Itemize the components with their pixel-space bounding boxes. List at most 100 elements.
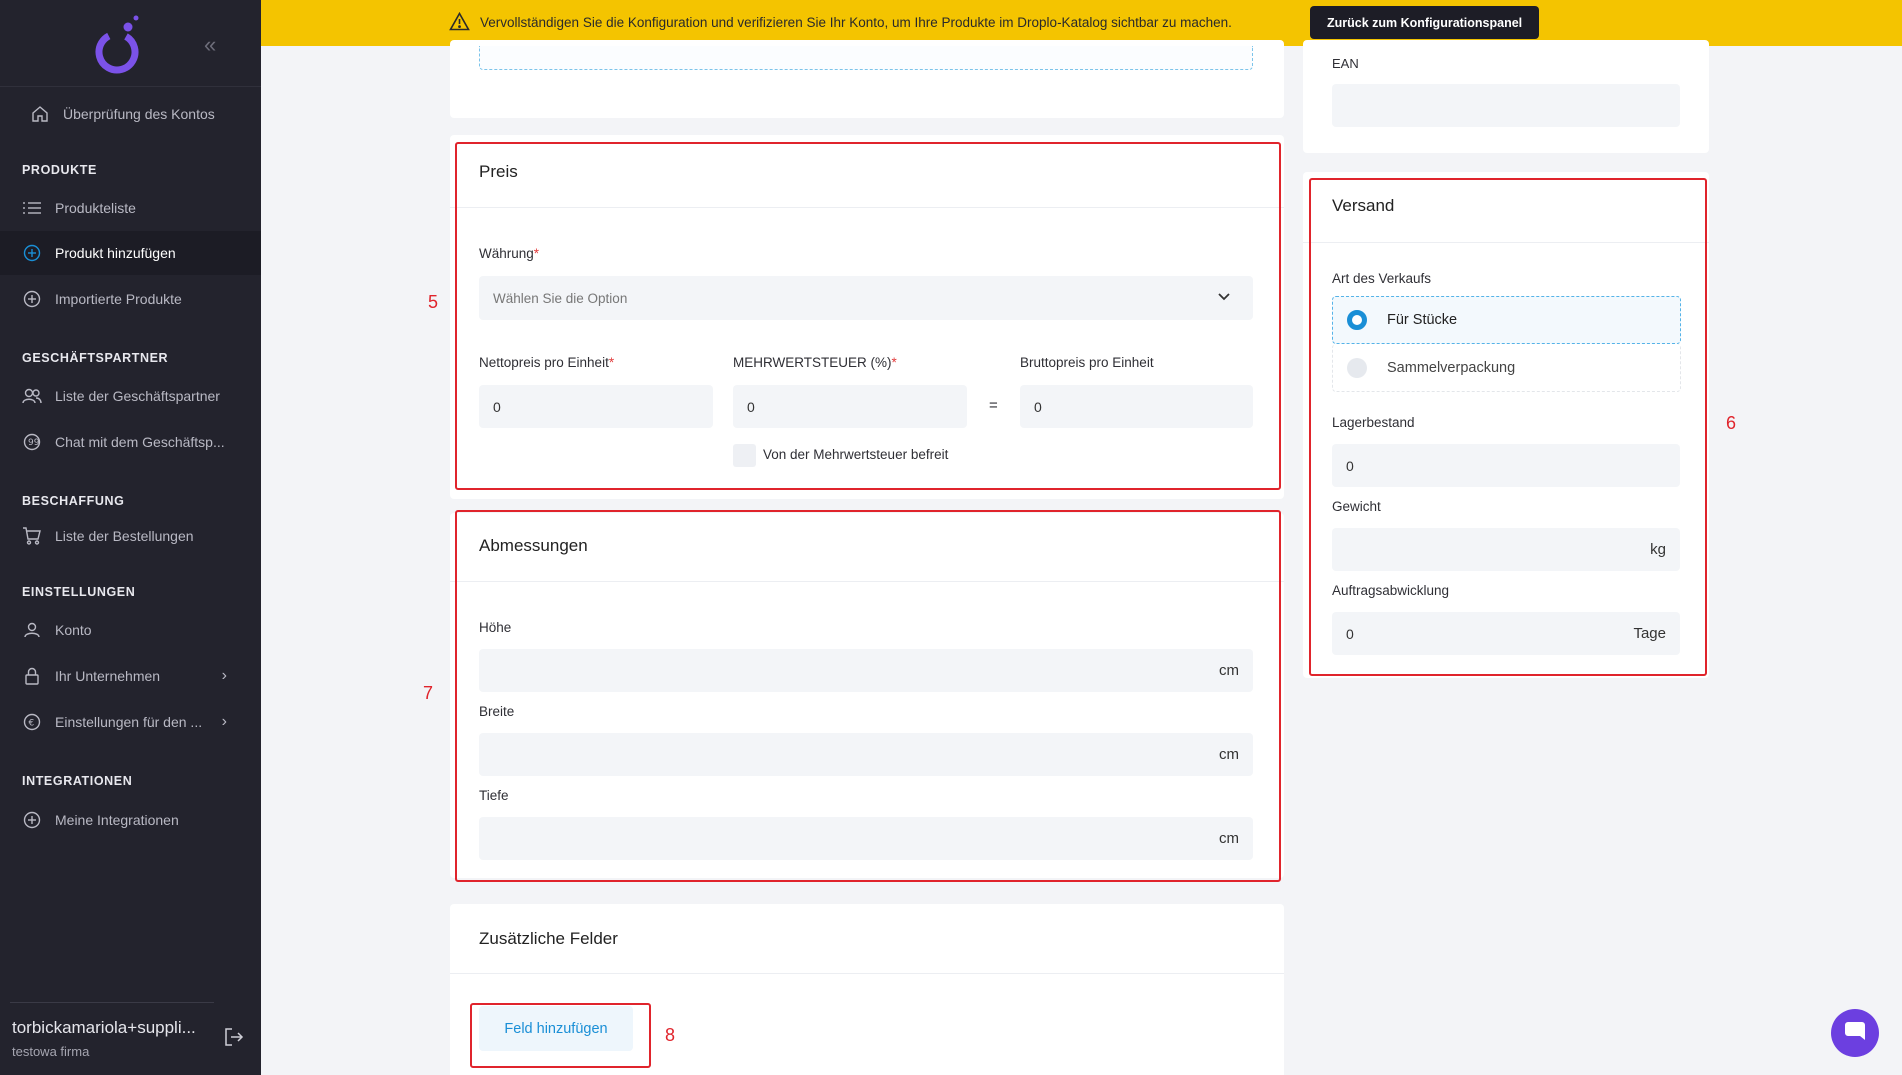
banner-text: Vervollständigen Sie die Konfiguration u… (480, 15, 1232, 30)
vat-exempt-checkbox[interactable] (733, 444, 756, 467)
width-unit: cm (1219, 746, 1239, 763)
stock-input[interactable]: 0 (1332, 444, 1680, 487)
collapse-sidebar-icon[interactable]: « (204, 32, 216, 58)
shipping-card: Versand Art des Verkaufs Für Stücke Samm… (1303, 172, 1709, 678)
required-marker: * (891, 355, 897, 370)
sale-type-pieces-option[interactable]: Für Stücke (1332, 296, 1681, 344)
sidebar-item-label: Chat mit dem Geschäftsp... (55, 434, 225, 450)
sidebar-item-partner-list[interactable]: Liste der Geschäftspartner (0, 374, 261, 418)
svg-text:€: € (29, 719, 35, 729)
annotation-number-5: 5 (428, 292, 439, 312)
ean-input[interactable] (1332, 84, 1680, 127)
upload-dropzone[interactable] (479, 46, 1253, 70)
chevron-right-icon: › (221, 667, 227, 684)
sidebar-item-label: Liste der Geschäftspartner (55, 388, 220, 404)
vat-label-text: MEHRWERTSTEUER (%) (733, 355, 892, 370)
sidebar-item-account[interactable]: Konto (0, 608, 261, 652)
radio-unselected-icon (1347, 357, 1367, 378)
users-icon (22, 386, 42, 406)
sidebar-item-my-integrations[interactable]: Meine Integrationen (0, 798, 261, 842)
width-label: Breite (479, 704, 515, 719)
vat-exempt-label: Von der Mehrwertsteuer befreit (763, 447, 949, 462)
droplo-logo-icon[interactable] (92, 12, 142, 76)
vat-input[interactable]: 0 (733, 385, 967, 428)
weight-label: Gewicht (1332, 499, 1381, 514)
card-divider (1303, 242, 1709, 243)
sidebar-item-imported-products[interactable]: Importierte Produkte (0, 277, 261, 321)
plus-circle-icon (22, 810, 42, 830)
shipping-title: Versand (1332, 196, 1395, 215)
equals-sign: = (989, 397, 998, 414)
plus-circle-icon (22, 243, 42, 263)
chevron-down-icon (1217, 289, 1231, 306)
user-divider (10, 1002, 214, 1003)
currency-label-text: Währung (479, 246, 534, 261)
stock-label: Lagerbestand (1332, 415, 1415, 430)
add-field-button[interactable]: Feld hinzufügen (479, 1006, 633, 1051)
net-price-label-text: Nettopreis pro Einheit (479, 355, 609, 370)
sale-type-bulk-option[interactable]: Sammelverpackung (1332, 344, 1681, 392)
chat-icon (1844, 1020, 1866, 1047)
sidebar-item-add-product[interactable]: Produkt hinzufügen (0, 231, 261, 275)
sidebar-item-label: Produkt hinzufügen (55, 245, 176, 261)
sidebar-item-label: Einstellungen für den ... (55, 714, 203, 730)
currency-label: Währung* (479, 246, 539, 261)
depth-label: Tiefe (479, 788, 509, 803)
price-card: Preis Währung* Wählen Sie die Option Net… (450, 135, 1284, 499)
net-price-input[interactable]: 0 (479, 385, 713, 428)
sidebar-item-partner-chat[interactable]: 99 Chat mit dem Geschäftsp... (0, 420, 261, 464)
sidebar-item-label: Meine Integrationen (55, 812, 179, 828)
plus-circle-icon (22, 289, 42, 309)
sidebar-item-label: Überprüfung des Kontos (63, 106, 215, 122)
handling-input[interactable]: 0 Tage (1332, 612, 1680, 655)
support-chat-button[interactable] (1831, 1009, 1879, 1057)
currency-select[interactable]: Wählen Sie die Option (479, 276, 1253, 320)
chevron-right-icon: › (221, 713, 227, 730)
sidebar-item-product-list[interactable]: Produkteliste (0, 186, 261, 230)
vat-label: MEHRWERTSTEUER (%)* (733, 355, 897, 370)
section-partners: GESCHÄFTSPARTNER (22, 351, 169, 365)
dimensions-card: Abmessungen Höhe cm Breite cm Tiefe cm (450, 513, 1284, 878)
annotation-number-8: 8 (665, 1025, 676, 1045)
currency-select-placeholder: Wählen Sie die Option (493, 290, 628, 306)
required-marker: * (533, 246, 540, 261)
weight-input[interactable]: kg (1332, 528, 1680, 571)
dimensions-title: Abmessungen (479, 536, 588, 555)
warning-icon (449, 11, 470, 36)
handling-unit: Tage (1633, 625, 1666, 642)
upload-card (450, 40, 1284, 118)
sidebar-item-label: Produkteliste (55, 200, 136, 216)
width-input[interactable]: cm (479, 733, 1253, 776)
additional-fields-card: Zusätzliche Felder Feld hinzufügen (450, 904, 1284, 1075)
section-integrations: INTEGRATIONEN (22, 774, 133, 788)
required-marker: * (608, 355, 615, 370)
annotation-number-6: 6 (1726, 413, 1737, 433)
net-price-label: Nettopreis pro Einheit* (479, 355, 614, 370)
card-divider (450, 581, 1284, 582)
depth-input[interactable]: cm (479, 817, 1253, 860)
radio-selected-icon (1347, 310, 1367, 330)
gross-price-input[interactable]: 0 (1020, 385, 1253, 428)
height-unit: cm (1219, 662, 1239, 679)
logout-icon[interactable] (224, 1028, 244, 1051)
sidebar-item-label: Konto (55, 622, 92, 638)
sidebar-item-label: Liste der Bestellungen (55, 528, 194, 544)
sidebar-item-label: Importierte Produkte (55, 291, 182, 307)
chat-bubble-icon: 99 (22, 432, 42, 452)
height-input[interactable]: cm (479, 649, 1253, 692)
sidebar-item-account-check[interactable]: Überprüfung des Kontos (0, 92, 261, 136)
ean-label: EAN (1332, 56, 1359, 71)
user-icon (22, 620, 42, 640)
euro-circle-icon: € (22, 712, 42, 732)
sidebar-item-settings-for[interactable]: € Einstellungen für den ... › (0, 700, 261, 744)
sidebar-item-orders[interactable]: Liste der Bestellungen (0, 514, 261, 558)
card-divider (450, 973, 1284, 974)
card-divider (450, 207, 1284, 208)
cart-icon (22, 526, 42, 546)
sidebar-item-your-company[interactable]: Ihr Unternehmen › (0, 654, 261, 698)
user-company: testowa firma (12, 1044, 90, 1059)
sidebar-divider (0, 86, 261, 87)
price-title: Preis (479, 162, 518, 181)
list-icon (22, 198, 42, 218)
back-to-config-button[interactable]: Zurück zum Konfigurationspanel (1310, 6, 1540, 39)
